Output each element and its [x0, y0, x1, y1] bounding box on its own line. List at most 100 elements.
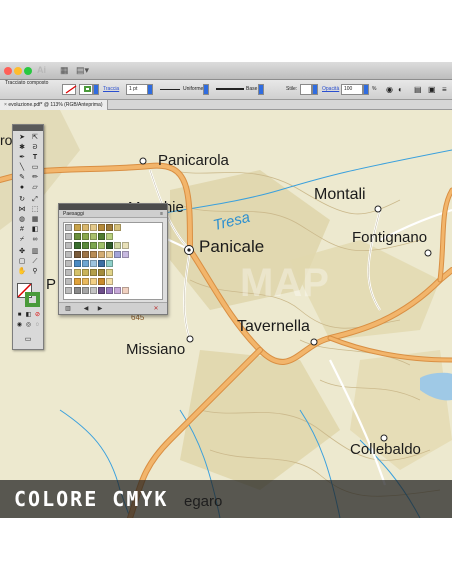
- draw-behind-icon[interactable]: ◎: [24, 321, 33, 330]
- color-swatch[interactable]: [90, 224, 97, 231]
- color-swatch[interactable]: [106, 269, 113, 276]
- color-swatch[interactable]: [98, 278, 105, 285]
- document-tab[interactable]: × evoluzione.pdf* @ 113% (RGB/Anteprima): [0, 100, 108, 110]
- magic-wand-tool-icon[interactable]: ✱: [16, 143, 28, 152]
- color-swatch[interactable]: [82, 260, 89, 267]
- zoom-window-button[interactable]: [24, 67, 32, 75]
- swatch-group-folder-icon[interactable]: [65, 278, 72, 285]
- selection-tool-icon[interactable]: ➤: [16, 133, 28, 142]
- color-swatch[interactable]: [106, 233, 113, 240]
- color-swatch[interactable]: [74, 287, 81, 294]
- color-swatch[interactable]: [74, 224, 81, 231]
- color-swatch[interactable]: [82, 233, 89, 240]
- panel-menu-icon[interactable]: ≡: [442, 83, 447, 96]
- color-swatch[interactable]: [90, 269, 97, 276]
- paintbrush-tool-icon[interactable]: ✎: [16, 173, 28, 182]
- close-window-button[interactable]: [4, 67, 12, 75]
- scale-tool-icon[interactable]: ⤢: [29, 195, 41, 204]
- stroke-weight-dropdown[interactable]: [147, 84, 153, 95]
- gradient-mode-icon[interactable]: ◧: [24, 311, 33, 320]
- hand-tool-icon[interactable]: ✋: [16, 267, 28, 276]
- column-graph-tool-icon[interactable]: ▥: [29, 247, 41, 256]
- align-icon[interactable]: ▤: [414, 83, 422, 96]
- stroke-profile-label[interactable]: Uniforme: [183, 83, 203, 96]
- arrange-documents-icon[interactable]: ▤▾: [76, 65, 89, 76]
- color-swatch[interactable]: [114, 287, 121, 294]
- color-swatch[interactable]: [122, 242, 129, 249]
- delete-swatch-icon[interactable]: ✕: [151, 305, 161, 313]
- color-swatch[interactable]: [82, 287, 89, 294]
- shape-builder-tool-icon[interactable]: ◍: [16, 215, 28, 224]
- fill-swatch[interactable]: [62, 84, 77, 95]
- color-swatch[interactable]: [90, 242, 97, 249]
- color-swatch[interactable]: [74, 233, 81, 240]
- tools-panel-header[interactable]: [13, 125, 43, 131]
- fill-stroke-swatch[interactable]: [17, 283, 41, 309]
- draw-inside-icon[interactable]: ◌: [33, 321, 42, 330]
- gradient-tool-icon[interactable]: ◧: [29, 225, 41, 234]
- swatches-panel-title[interactable]: Paesaggi: [63, 210, 84, 218]
- color-swatch[interactable]: [74, 242, 81, 249]
- color-swatch[interactable]: [82, 278, 89, 285]
- color-swatch[interactable]: [98, 224, 105, 231]
- stroke-swatch[interactable]: [79, 84, 93, 95]
- screen-mode-icon[interactable]: ▭: [22, 335, 34, 344]
- previous-library-icon[interactable]: ◀: [81, 305, 91, 313]
- swatch-group-folder-icon[interactable]: [65, 260, 72, 267]
- color-swatch[interactable]: [90, 287, 97, 294]
- color-swatch[interactable]: [82, 242, 89, 249]
- lasso-tool-icon[interactable]: ᘐ: [29, 143, 41, 152]
- blob-brush-tool-icon[interactable]: ●: [16, 183, 28, 192]
- rectangle-tool-icon[interactable]: ▭: [29, 163, 41, 172]
- color-swatch[interactable]: [122, 287, 129, 294]
- stroke-swatch-dropdown[interactable]: [93, 84, 99, 95]
- symbol-sprayer-tool-icon[interactable]: ✤: [16, 247, 28, 256]
- opacity-dropdown[interactable]: [363, 84, 369, 95]
- artboard-tool-icon[interactable]: ▢: [16, 257, 28, 266]
- slice-tool-icon[interactable]: ⟋: [29, 257, 41, 266]
- stroke-link[interactable]: Traccia: [103, 83, 119, 96]
- color-swatch[interactable]: [98, 251, 105, 258]
- transform-icon[interactable]: ▣: [428, 83, 436, 96]
- pencil-tool-icon[interactable]: ✏: [29, 173, 41, 182]
- color-swatch[interactable]: [106, 242, 113, 249]
- color-swatch[interactable]: [90, 260, 97, 267]
- opacity-input[interactable]: 100: [341, 84, 363, 95]
- swatch-group-folder-icon[interactable]: [65, 233, 72, 240]
- free-transform-tool-icon[interactable]: ⬚: [29, 205, 41, 214]
- style-swatch[interactable]: [300, 84, 312, 95]
- swatch-group-folder-icon[interactable]: [65, 224, 72, 231]
- color-swatch[interactable]: [74, 269, 81, 276]
- color-swatch[interactable]: [114, 242, 121, 249]
- color-swatch[interactable]: [98, 242, 105, 249]
- bridge-icon[interactable]: ▦: [60, 65, 69, 76]
- minimize-window-button[interactable]: [14, 67, 22, 75]
- color-swatch[interactable]: [74, 278, 81, 285]
- direct-selection-tool-icon[interactable]: ⇱: [29, 133, 41, 142]
- next-library-icon[interactable]: ▶: [95, 305, 105, 313]
- library-menu-icon[interactable]: ▥: [63, 305, 73, 313]
- color-swatch[interactable]: [114, 224, 121, 231]
- zoom-tool-icon[interactable]: ⚲: [29, 267, 41, 276]
- color-swatch[interactable]: [106, 251, 113, 258]
- color-swatch[interactable]: [82, 269, 89, 276]
- color-swatch[interactable]: [74, 260, 81, 267]
- color-swatch[interactable]: [106, 224, 113, 231]
- brush-dropdown[interactable]: [258, 84, 264, 95]
- color-swatch[interactable]: [106, 287, 113, 294]
- mesh-tool-icon[interactable]: #: [16, 225, 28, 234]
- type-tool-icon[interactable]: T: [29, 153, 41, 162]
- opacity-link[interactable]: Opacità: [322, 83, 339, 96]
- rotate-tool-icon[interactable]: ↻: [16, 195, 28, 204]
- color-swatch[interactable]: [74, 251, 81, 258]
- swatch-group-folder-icon[interactable]: [65, 242, 72, 249]
- isolate-icon[interactable]: ◐: [398, 83, 403, 96]
- color-swatch[interactable]: [98, 269, 105, 276]
- swatch-group-folder-icon[interactable]: [65, 251, 72, 258]
- panel-menu-icon[interactable]: ≡: [160, 210, 163, 218]
- eraser-tool-icon[interactable]: ▱: [29, 183, 41, 192]
- color-swatch[interactable]: [106, 260, 113, 267]
- recolor-icon[interactable]: ◉: [386, 83, 393, 96]
- color-swatch[interactable]: [82, 251, 89, 258]
- color-swatch[interactable]: [114, 251, 121, 258]
